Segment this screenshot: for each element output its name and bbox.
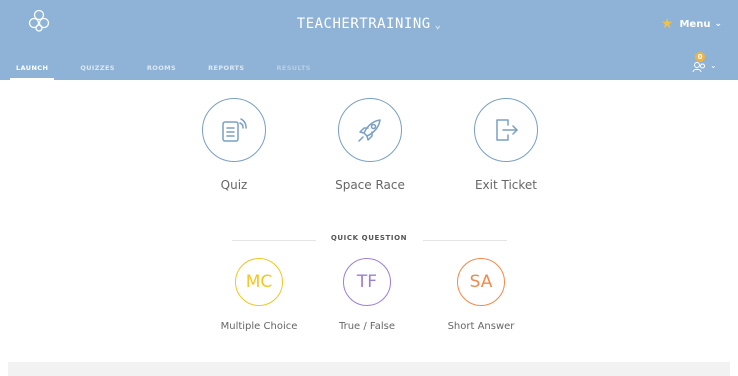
quick-question-multiple-choice[interactable]: MC Multiple Choice bbox=[204, 258, 314, 332]
activity-label: Quiz bbox=[220, 178, 248, 192]
menu-label: Menu bbox=[679, 18, 711, 30]
quick-question-label: Short Answer bbox=[447, 321, 515, 332]
tab-results[interactable]: RESULTS bbox=[276, 56, 310, 80]
exit-door-icon bbox=[496, 119, 518, 141]
quiz-document-icon bbox=[222, 118, 247, 142]
user-icon bbox=[692, 62, 705, 73]
tab-bar: LAUNCH QUIZZES ROOMS REPORTS RESULTS bbox=[9, 56, 343, 80]
space-race-circle[interactable] bbox=[338, 98, 402, 162]
quick-question-short-answer[interactable]: SA Short Answer bbox=[426, 258, 536, 332]
sa-button[interactable]: SA bbox=[457, 258, 505, 306]
divider-right bbox=[423, 240, 507, 241]
quick-question-title: QUICK QUESTION bbox=[330, 234, 408, 242]
chevron-down-icon: ⌄ bbox=[714, 19, 722, 29]
chevron-down-icon: ⌄ bbox=[710, 61, 717, 70]
tab-reports[interactable]: REPORTS bbox=[208, 56, 244, 80]
quick-question-label: Multiple Choice bbox=[220, 321, 298, 332]
tab-rooms[interactable]: ROOMS bbox=[147, 56, 176, 80]
room-selector[interactable]: TEACHERTRAINING ⌄ bbox=[0, 16, 738, 32]
chevron-down-icon: ⌄ bbox=[434, 20, 442, 31]
tab-quizzes[interactable]: QUIZZES bbox=[80, 56, 115, 80]
rocket-icon bbox=[358, 119, 381, 142]
room-title: TEACHERTRAINING bbox=[296, 16, 431, 32]
launch-exit-ticket[interactable]: Exit Ticket bbox=[451, 98, 561, 192]
mc-button[interactable]: MC bbox=[235, 258, 283, 306]
launch-space-race[interactable]: Space Race bbox=[315, 98, 425, 192]
user-menu[interactable]: 0 ⌄ bbox=[692, 52, 722, 74]
launch-quiz[interactable]: Quiz bbox=[179, 98, 289, 192]
quick-question-true-false[interactable]: TF True / False bbox=[312, 258, 422, 332]
quiz-circle[interactable] bbox=[202, 98, 266, 162]
tab-launch[interactable]: LAUNCH bbox=[9, 56, 55, 80]
tf-button[interactable]: TF bbox=[343, 258, 391, 306]
activity-label: Space Race bbox=[335, 178, 405, 192]
menu-button[interactable]: ★ Menu ⌄ bbox=[661, 14, 722, 34]
activity-label: Exit Ticket bbox=[474, 178, 538, 192]
quick-question-label: True / False bbox=[338, 321, 396, 332]
footer-bar bbox=[8, 362, 730, 376]
top-navigation-bar: TEACHERTRAINING ⌄ ★ Menu ⌄ LAUNCH QUIZZES… bbox=[0, 0, 738, 80]
exit-ticket-circle[interactable] bbox=[474, 98, 538, 162]
star-icon: ★ bbox=[660, 16, 674, 32]
